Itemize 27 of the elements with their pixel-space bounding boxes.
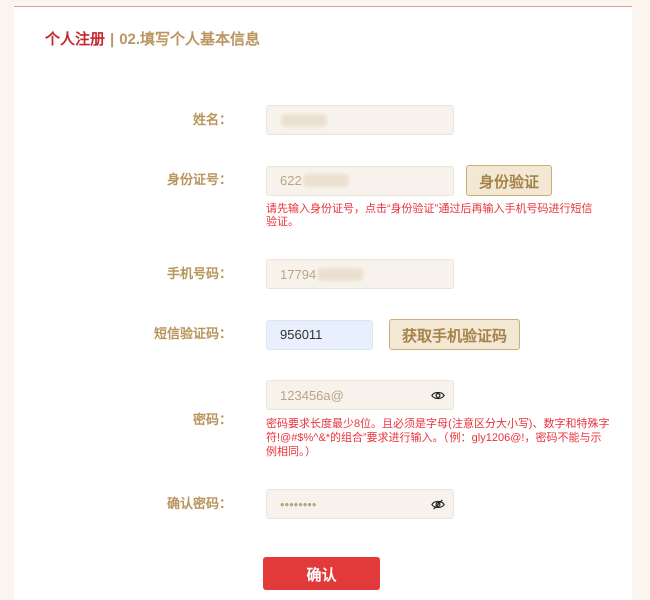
title-separator: | — [110, 30, 114, 50]
field-label: 确认密码： — [167, 495, 232, 513]
field-value: 123456a@ — [280, 388, 344, 402]
verify-button[interactable]: 身份验证 — [466, 165, 552, 196]
field-label: 身份证号： — [167, 171, 232, 189]
eye-slash-icon[interactable] — [431, 498, 445, 510]
input-field[interactable]: 956011 — [266, 320, 373, 350]
input-field[interactable]: 17794 — [266, 259, 454, 289]
field-label: 短信验证码： — [154, 325, 232, 343]
field-value: 17794 — [280, 266, 316, 282]
field-value: 622 — [280, 173, 302, 188]
input-field[interactable]: 622 — [266, 166, 454, 196]
field-label: 密码： — [193, 410, 232, 428]
field-value: •••••••• — [280, 496, 316, 512]
hint-text: 请先输入身份证号，点击“身份验证”通过后再输入手机号码进行短信验证。 — [266, 203, 594, 229]
field-label: 手机号码： — [167, 265, 232, 283]
page-title: 个人注册 — [45, 30, 105, 50]
verify-button[interactable]: 获取手机验证码 — [389, 319, 520, 350]
eye-icon[interactable] — [431, 390, 445, 400]
confirm-button[interactable]: 确认 — [263, 557, 380, 590]
input-field[interactable]: •••••••• — [266, 489, 454, 519]
input-field[interactable]: 123456a@ — [266, 380, 454, 410]
step-title: 02.填写个人基本信息 — [119, 30, 260, 50]
input-field[interactable] — [266, 105, 454, 135]
field-label: 姓名： — [193, 111, 232, 129]
hint-text: 密码要求长度最少8位。且必须是字母(注意区分大小写)、数字和特殊字符!@#$%^&*的组合”要求进行输入。（例：gly1206@!，密码不能与示例相同。） — [266, 417, 610, 459]
field-value: 956011 — [280, 327, 322, 342]
